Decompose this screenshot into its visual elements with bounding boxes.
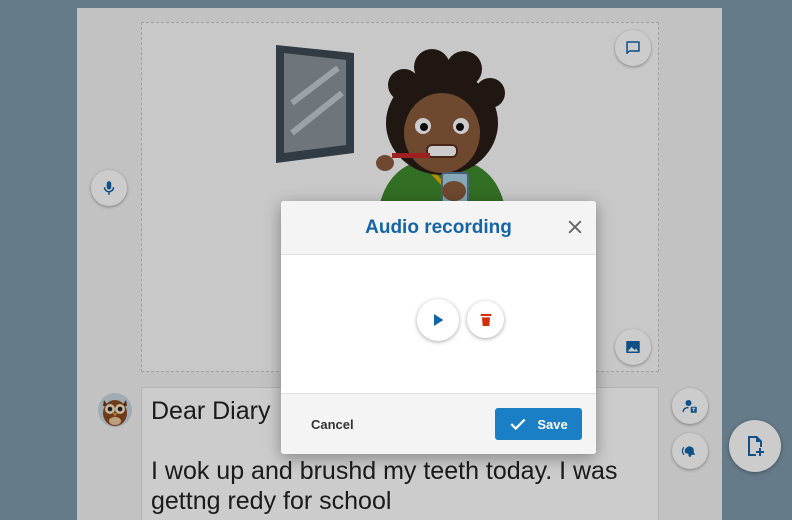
dialog-header: Audio recording <box>281 201 596 255</box>
save-label: Save <box>537 416 568 432</box>
dialog-footer: Cancel Save <box>281 393 596 454</box>
play-button[interactable] <box>417 299 459 341</box>
cancel-button[interactable]: Cancel <box>311 417 354 432</box>
play-icon <box>434 314 444 326</box>
trash-icon <box>480 313 491 326</box>
dialog-body <box>281 255 596 393</box>
close-icon[interactable] <box>565 217 585 237</box>
delete-recording-button[interactable] <box>467 301 504 338</box>
checkmark-icon <box>510 418 526 431</box>
save-button[interactable]: Save <box>495 408 582 440</box>
dialog-title: Audio recording <box>365 217 512 238</box>
audio-recording-dialog: Audio recording Cancel Save <box>281 201 596 454</box>
